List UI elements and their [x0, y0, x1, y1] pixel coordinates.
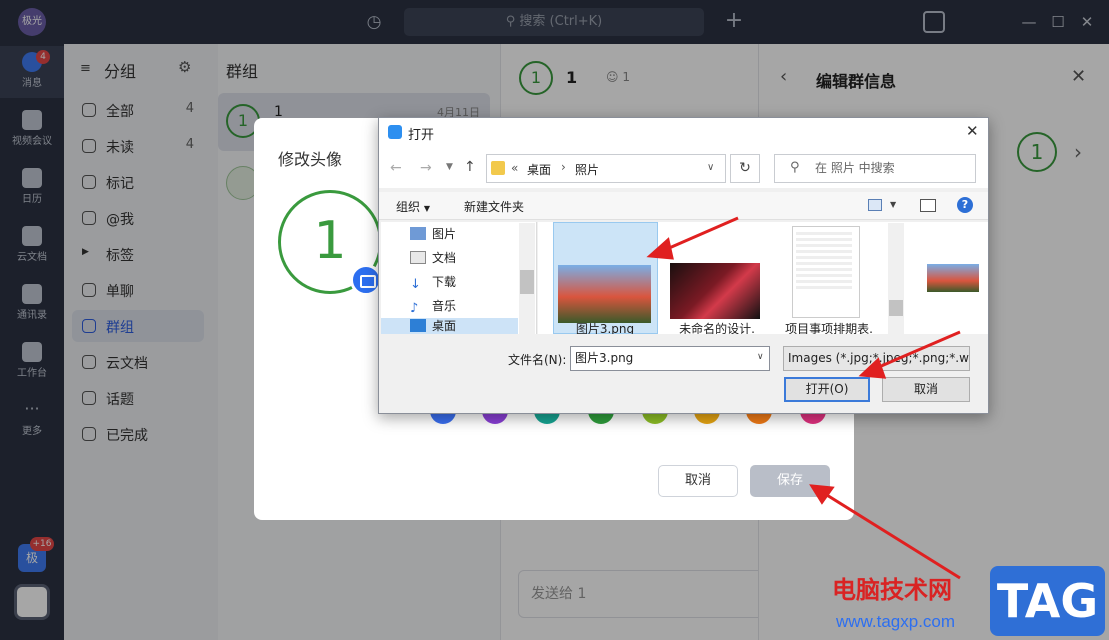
arrow-head	[858, 357, 887, 379]
arrow-to-image	[659, 216, 739, 254]
arrow-to-open	[871, 330, 961, 372]
annotation-arrows	[646, 216, 961, 580]
arrow-head	[809, 484, 835, 505]
arrow-to-save	[821, 490, 961, 580]
watermark-site-name: 电脑技术网	[832, 576, 952, 604]
arrow-head	[646, 237, 674, 260]
watermark-tag-logo: TAG	[990, 566, 1105, 636]
watermark-url: www.tagxp.com	[836, 612, 956, 631]
